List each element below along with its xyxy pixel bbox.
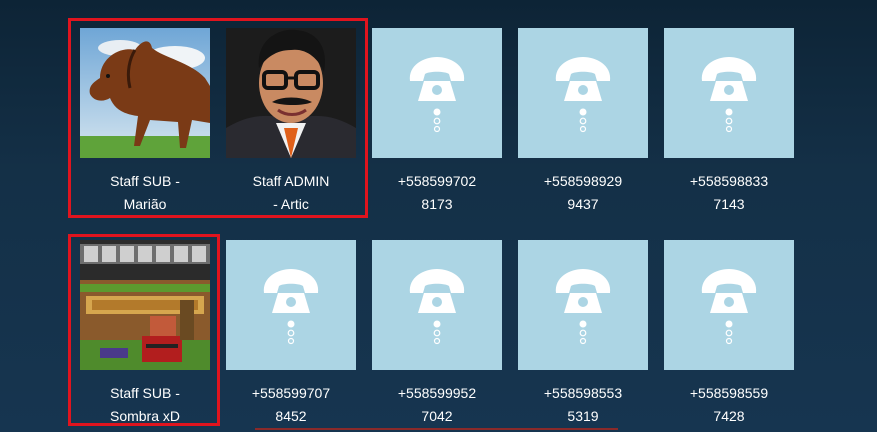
phone-icon — [372, 28, 502, 158]
phone-icon — [518, 240, 648, 370]
contact-name: +558598833 7143 — [658, 170, 800, 216]
phone-icon — [664, 28, 794, 158]
bottom-divider — [255, 428, 618, 430]
contact-tile-staff-sub-sombra[interactable]: Staff SUB - Sombra xD — [80, 240, 210, 424]
contact-name-line2: 8452 — [275, 408, 307, 424]
contact-tile-phone-number[interactable]: +558598929 9437 — [518, 28, 648, 212]
contact-name-line1: +558598559 — [689, 385, 769, 401]
contact-name: +558599707 8452 — [220, 382, 362, 428]
contact-name: Staff SUB - Sombra xD — [74, 382, 216, 428]
contact-name-line2: Sombra xD — [109, 408, 181, 424]
contact-tile-phone-number[interactable]: +558599702 8173 — [372, 28, 502, 212]
contact-name-line1: +558598929 — [543, 173, 623, 189]
contact-name: Staff SUB - Marião — [74, 170, 216, 216]
contact-name-line2: - Artic — [273, 196, 309, 212]
phone-icon — [372, 240, 502, 370]
contact-name-line2: 9437 — [567, 196, 599, 212]
contact-name-line2: 7143 — [713, 196, 745, 212]
contact-name-line1: +558598833 — [689, 173, 769, 189]
contact-tile-staff-admin-artic[interactable]: Staff ADMIN - Artic — [226, 28, 356, 212]
contact-name-line1: +558599707 — [251, 385, 331, 401]
contact-name-line1: +558599702 — [397, 173, 477, 189]
contact-tile-phone-number[interactable]: +558598559 7428 — [664, 240, 794, 424]
contact-tile-phone-number[interactable]: +558598833 7143 — [664, 28, 794, 212]
contact-name: +558598929 9437 — [512, 170, 654, 216]
contact-name-line2: 5319 — [567, 408, 599, 424]
contact-name: Staff ADMIN - Artic — [220, 170, 362, 216]
contact-tile-phone-number[interactable]: +558599707 8452 — [226, 240, 356, 424]
contact-name: +558599952 7042 — [366, 382, 508, 428]
contact-name-line2: 7428 — [713, 408, 745, 424]
phone-icon — [664, 240, 794, 370]
phone-icon — [518, 28, 648, 158]
contact-tile-phone-number[interactable]: +558598553 5319 — [518, 240, 648, 424]
contact-name-line2: 7042 — [421, 408, 453, 424]
contact-name: +558598553 5319 — [512, 382, 654, 428]
phone-icon — [226, 240, 356, 370]
horse-photo — [80, 28, 210, 158]
contact-name-line1: Staff SUB - — [110, 173, 180, 189]
contact-name-line1: Staff ADMIN — [252, 173, 330, 189]
contact-name: +558599702 8173 — [366, 170, 508, 216]
contact-name-line1: +558599952 — [397, 385, 477, 401]
minecraft-sombra-image — [80, 240, 210, 370]
contact-name-line1: +558598553 — [543, 385, 623, 401]
contact-name-line2: 8173 — [421, 196, 453, 212]
contact-tile-staff-sub-mariao[interactable]: Staff SUB - Marião — [80, 28, 210, 212]
contact-tile-phone-number[interactable]: +558599952 7042 — [372, 240, 502, 424]
man-with-glasses-photo — [226, 28, 356, 158]
contact-name: +558598559 7428 — [658, 382, 800, 428]
contact-name-line2: Marião — [123, 196, 167, 212]
contacts-grid: Staff SUB - Marião Staff ADMIN - Artic +… — [0, 0, 877, 432]
contact-name-line1: Staff SUB - — [110, 385, 180, 401]
